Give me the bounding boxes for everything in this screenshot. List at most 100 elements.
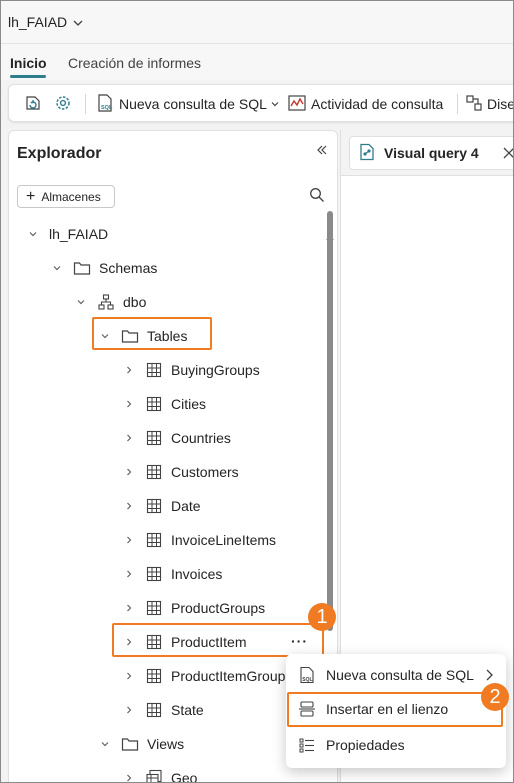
settings-button[interactable] — [53, 85, 73, 123]
tab-creacion-de-informes[interactable]: Creación de informes — [68, 55, 201, 71]
tree-node-table[interactable]: ProductItem — [121, 625, 246, 659]
chevron-right-icon[interactable] — [121, 668, 137, 684]
chevron-right-icon[interactable] — [121, 566, 137, 582]
tree-node-label: Views — [147, 736, 185, 752]
add-warehouses-button[interactable]: + Almacenes — [17, 185, 115, 208]
explorer-title: Explorador — [17, 145, 102, 162]
table-icon — [145, 395, 163, 413]
ribbon-tabs: Inicio Creación de informes — [0, 44, 514, 80]
folder-icon — [121, 327, 139, 345]
tab-visual-query-4[interactable]: Visual query 4 — [349, 136, 514, 170]
chevron-right-icon[interactable] — [121, 634, 137, 650]
chevron-right-icon[interactable] — [121, 362, 137, 378]
tree-node-label: Geo — [171, 770, 198, 783]
query-activity-button[interactable]: Actividad de consulta — [287, 85, 443, 123]
callout-badge-2: 2 — [481, 683, 509, 711]
chevron-down-icon[interactable] — [97, 328, 113, 344]
query-activity-label: Actividad de consulta — [311, 96, 444, 112]
chevron-right-icon[interactable] — [121, 464, 137, 480]
more-options-icon[interactable]: ··· — [291, 633, 308, 649]
plus-icon: + — [26, 187, 36, 205]
chevron-down-icon[interactable] — [97, 736, 113, 752]
chevron-right-icon[interactable] — [121, 702, 137, 718]
visual-query-icon — [358, 143, 376, 164]
tree-node-dbo[interactable]: dbo — [73, 285, 146, 319]
tree-node-table[interactable]: BuyingGroups — [121, 353, 260, 387]
tree-node-table[interactable]: Invoices — [121, 557, 222, 591]
menu-item-label: Propiedades — [326, 737, 405, 753]
chevron-right-icon[interactable] — [121, 430, 137, 446]
chevron-right-icon[interactable] — [121, 770, 137, 783]
chevron-down-icon[interactable] — [72, 16, 84, 32]
collapse-pane-icon[interactable] — [315, 143, 329, 160]
folder-icon — [121, 735, 139, 753]
design-icon — [465, 94, 483, 115]
folder-icon — [73, 259, 91, 277]
menu-item-new-sql-query[interactable]: SQL Nueva consulta de SQL — [286, 658, 506, 692]
menu-item-properties[interactable]: Propiedades — [286, 728, 506, 762]
tree-node-table[interactable]: State — [121, 693, 204, 727]
chevron-down-icon[interactable] — [73, 294, 89, 310]
chevron-right-icon[interactable] — [121, 532, 137, 548]
menu-item-label: Insertar en el lienzo — [326, 701, 449, 717]
insert-icon — [298, 700, 316, 718]
tree-node-table[interactable]: InvoiceLineItems — [121, 523, 276, 557]
table-icon — [145, 463, 163, 481]
tree-node-label: BuyingGroups — [171, 362, 260, 378]
tree-node-label: dbo — [123, 294, 147, 310]
refresh-button[interactable] — [23, 85, 43, 123]
chevron-right-icon[interactable] — [121, 498, 137, 514]
table-icon — [145, 531, 163, 549]
tree-node-label: ProductItemGroup — [171, 668, 286, 684]
tab-inicio[interactable]: Inicio — [10, 55, 47, 71]
editor-tab-bar: Visual query 4 — [341, 130, 514, 176]
table-icon — [145, 633, 163, 651]
workspace-name[interactable]: lh_FAIAD — [8, 14, 67, 30]
tree-node-table[interactable]: ProductGroups — [121, 591, 265, 625]
chevron-down-icon[interactable] — [25, 226, 41, 242]
tree-node-schemas[interactable]: Schemas — [49, 251, 157, 285]
tree-node-label: State — [171, 702, 204, 718]
chevron-right-icon[interactable] — [121, 396, 137, 412]
tree-node-view-geo[interactable]: Geo — [121, 761, 197, 783]
tree-node-lakehouse[interactable]: lh_FAIAD — [25, 217, 108, 251]
tree-node-views[interactable]: Views — [97, 727, 184, 761]
tree-node-table[interactable]: Date — [121, 489, 201, 523]
sql-file-icon: SQL — [298, 666, 316, 684]
chevron-down-icon[interactable] — [49, 260, 65, 276]
chevron-down-icon — [270, 96, 280, 112]
tree-node-table[interactable]: Cities — [121, 387, 206, 421]
context-menu: SQL Nueva consulta de SQL Insertar en el… — [286, 654, 506, 768]
new-sql-query-button[interactable]: SQL Nueva consulta de SQL — [95, 85, 280, 123]
design-button[interactable]: Dise — [465, 85, 514, 123]
table-icon — [145, 667, 163, 685]
close-icon[interactable] — [502, 146, 514, 163]
search-icon[interactable] — [309, 187, 325, 206]
table-icon — [145, 565, 163, 583]
scrollbar-thumb[interactable] — [327, 211, 333, 631]
menu-item-label: Nueva consulta de SQL — [326, 667, 474, 683]
tree-node-label: Cities — [171, 396, 207, 412]
refresh-icon — [23, 93, 43, 116]
table-icon — [145, 361, 163, 379]
toolbar-divider — [85, 94, 86, 114]
tree-node-label: Tables — [147, 328, 188, 344]
gear-icon — [53, 93, 73, 116]
tree-node-table[interactable]: Customers — [121, 455, 239, 489]
callout-badge-1: 1 — [308, 603, 336, 631]
tree-node-table[interactable]: ProductItemGroup — [121, 659, 285, 693]
tree-node-label: Countries — [171, 430, 231, 446]
tree-node-table[interactable]: Countries — [121, 421, 231, 455]
tree-node-label: Schemas — [99, 260, 158, 276]
design-label: Dise — [487, 96, 514, 112]
tree-node-tables[interactable]: Tables — [97, 319, 187, 353]
tree-node-label: InvoiceLineItems — [171, 532, 277, 548]
toolbar: SQL Nueva consulta de SQL Actividad de c… — [8, 84, 514, 122]
properties-icon — [298, 736, 316, 754]
table-icon — [145, 429, 163, 447]
tree-node-label: Invoices — [171, 566, 223, 582]
table-icon — [145, 599, 163, 617]
menu-item-insert-into-canvas[interactable]: Insertar en el lienzo — [286, 692, 506, 726]
chevron-right-icon[interactable] — [121, 600, 137, 616]
toolbar-divider — [457, 94, 458, 114]
